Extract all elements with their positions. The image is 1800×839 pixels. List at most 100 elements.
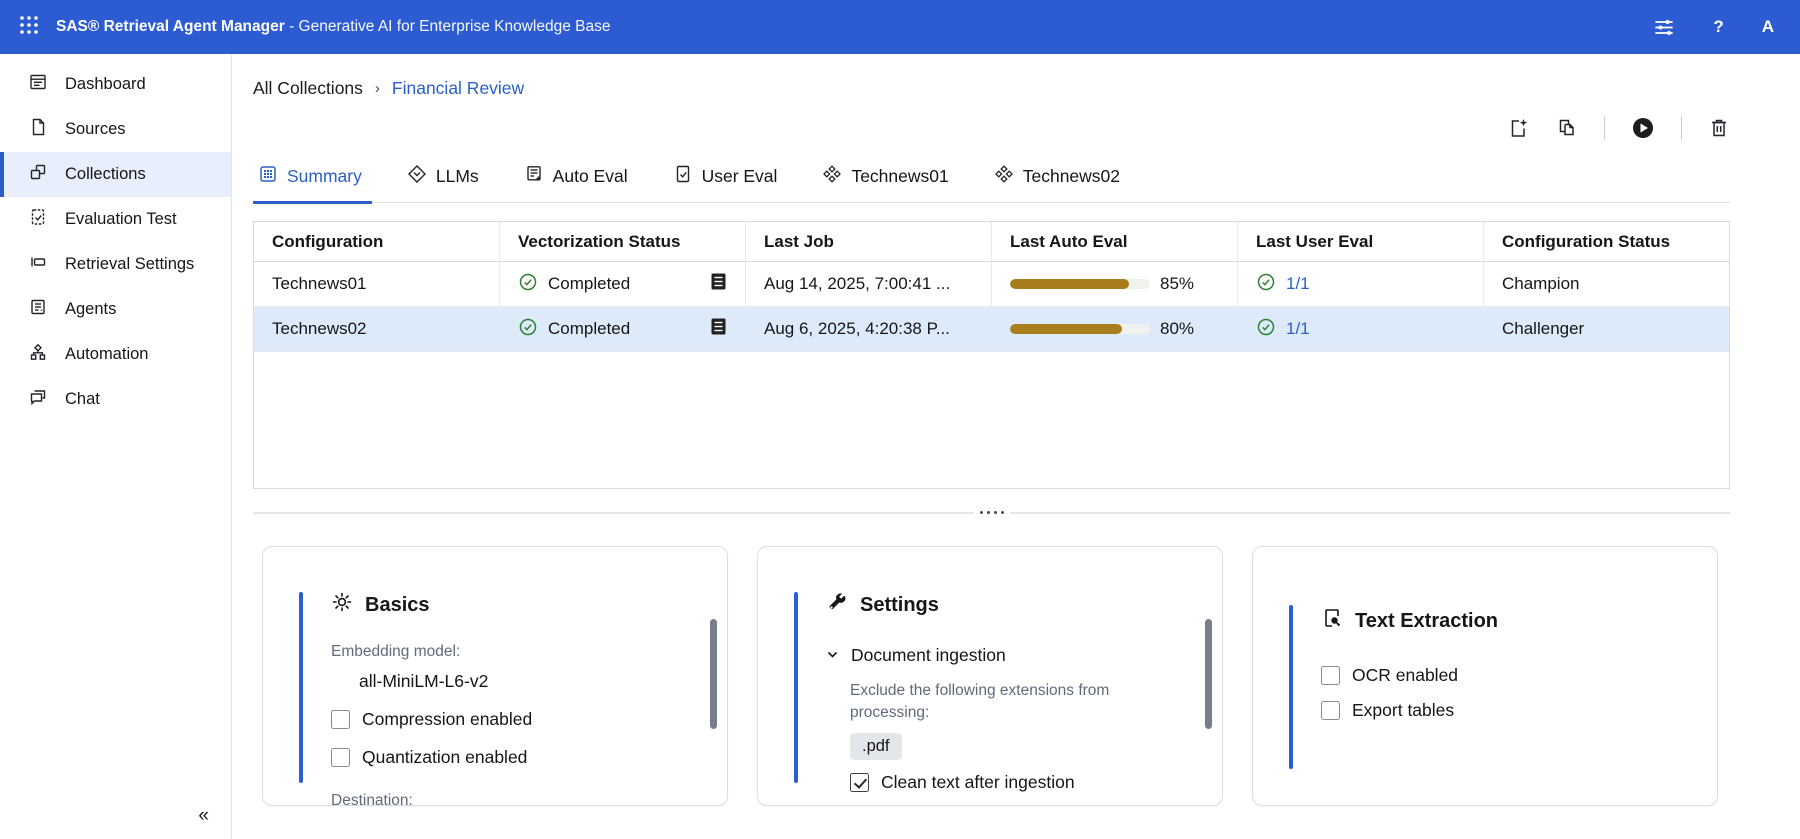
embedding-model-value: all-MiniLM-L6-v2 — [359, 671, 687, 692]
checkbox-label: Quantization enabled — [362, 747, 527, 768]
run-job-icon[interactable] — [1631, 116, 1655, 140]
retrieval-settings-icon — [28, 252, 48, 277]
sidebar-item-chat[interactable]: Chat — [0, 377, 231, 422]
table-row[interactable]: Technews01 Completed — [254, 262, 1729, 307]
last-job-cell: Aug 14, 2025, 7:00:41 ... — [746, 262, 992, 306]
panel-splitter — [253, 508, 1730, 518]
sidebar-item-dashboard[interactable]: Dashboard — [0, 62, 231, 107]
last-job-cell: Aug 6, 2025, 4:20:38 P... — [746, 307, 992, 351]
sidebar-item-collections[interactable]: Collections — [0, 152, 231, 197]
extension-chip: .pdf — [850, 733, 902, 760]
card-scrollbar[interactable] — [710, 619, 717, 729]
card-title: Settings — [860, 594, 939, 617]
text-extraction-icon — [1321, 607, 1343, 635]
sidebar-item-retrieval-settings[interactable]: Retrieval Settings — [0, 242, 231, 287]
breadcrumb: All Collections › Financial Review — [253, 78, 1730, 99]
checkbox-input[interactable] — [1321, 701, 1340, 720]
copy-icon[interactable] — [1556, 117, 1578, 139]
success-check-icon — [518, 317, 538, 342]
sidebar: Dashboard Sources Collec — [0, 54, 232, 839]
column-header-configuration-status: Configuration Status — [1484, 222, 1729, 261]
avatar[interactable]: A — [1762, 17, 1774, 37]
breadcrumb-separator-icon: › — [375, 80, 380, 97]
tab-bar: Summary LLMs — [253, 163, 1730, 203]
checkbox-input[interactable] — [331, 748, 350, 767]
checkbox-input[interactable] — [331, 710, 350, 729]
sidebar-collapse-button[interactable]: « — [198, 805, 209, 827]
tab-label: Technews01 — [851, 166, 948, 187]
table-empty-area — [254, 352, 1729, 488]
top-bar: SAS® Retrieval Agent Manager - Generativ… — [0, 0, 1800, 54]
last-auto-eval-cell: 85% — [992, 262, 1238, 306]
success-check-icon — [1256, 317, 1276, 342]
last-user-eval-cell: 1/1 — [1238, 262, 1484, 306]
section-label: Document ingestion — [851, 645, 1006, 666]
app-title-name: SAS® Retrieval Agent Manager — [56, 18, 285, 35]
sidebar-item-agents[interactable]: Agents — [0, 287, 231, 332]
embedding-model-label: Embedding model: — [331, 641, 687, 663]
ocr-enabled-checkbox[interactable]: OCR enabled — [1321, 665, 1677, 686]
tab-summary[interactable]: Summary — [253, 164, 372, 204]
new-configuration-icon[interactable] — [1508, 117, 1530, 139]
main-content: All Collections › Financial Review — [232, 54, 1800, 839]
export-tables-checkbox[interactable]: Export tables — [1321, 700, 1677, 721]
breadcrumb-all-collections[interactable]: All Collections — [253, 78, 363, 99]
text-extraction-card: Text Extraction OCR enabled Export table… — [1252, 546, 1718, 806]
wrench-icon — [826, 591, 848, 619]
success-check-icon — [1256, 272, 1276, 297]
configuration-status-cell: Champion — [1484, 262, 1729, 306]
checkbox-input[interactable] — [850, 773, 869, 792]
user-eval-link[interactable]: 1/1 — [1286, 274, 1310, 294]
tab-technews01[interactable]: Technews01 — [817, 164, 958, 204]
tab-auto-eval[interactable]: Auto Eval — [519, 164, 638, 204]
detail-cards: Basics Embedding model: all-MiniLM-L6-v2… — [262, 546, 1730, 806]
tab-label: Summary — [287, 166, 362, 187]
auto-eval-percent: 80% — [1160, 319, 1194, 339]
sidebar-item-evaluation-test[interactable]: Evaluation Test — [0, 197, 231, 242]
card-title: Text Extraction — [1355, 610, 1498, 633]
sidebar-item-automation[interactable]: Automation — [0, 332, 231, 377]
app-root: SAS® Retrieval Agent Manager - Generativ… — [0, 0, 1800, 839]
last-auto-eval-cell: 80% — [992, 307, 1238, 351]
collections-icon — [28, 162, 48, 187]
sidebar-item-label: Dashboard — [65, 75, 146, 94]
sidebar-item-label: Retrieval Settings — [65, 255, 194, 274]
sidebar-item-sources[interactable]: Sources — [0, 107, 231, 152]
delete-icon[interactable] — [1708, 117, 1730, 139]
job-log-icon[interactable] — [710, 272, 727, 296]
help-icon[interactable]: ? — [1713, 17, 1723, 37]
auto-eval-progress-bar — [1010, 279, 1150, 289]
app-switcher-icon[interactable] — [18, 14, 40, 41]
splitter-drag-handle[interactable] — [974, 509, 1010, 516]
settings-sliders-icon[interactable] — [1653, 16, 1675, 38]
table-row[interactable]: Technews02 Completed — [254, 307, 1729, 352]
last-user-eval-cell: 1/1 — [1238, 307, 1484, 351]
user-eval-icon — [673, 164, 693, 189]
document-icon — [28, 117, 48, 142]
sidebar-item-label: Collections — [65, 165, 146, 184]
tab-user-eval[interactable]: User Eval — [668, 164, 788, 204]
quantization-enabled-checkbox[interactable]: Quantization enabled — [331, 747, 687, 768]
exclude-extensions-label: Exclude the following extensions from pr… — [850, 680, 1150, 723]
breadcrumb-current-collection[interactable]: Financial Review — [392, 78, 524, 99]
card-accent-bar — [794, 592, 798, 783]
sidebar-item-label: Chat — [65, 390, 100, 409]
clean-text-checkbox[interactable]: Clean text after ingestion — [850, 772, 1182, 793]
summary-icon — [258, 164, 278, 189]
document-ingestion-section-toggle[interactable]: Document ingestion — [826, 645, 1182, 666]
checklist-icon — [28, 207, 48, 232]
checkbox-label: Export tables — [1352, 700, 1454, 721]
card-scrollbar[interactable] — [1205, 619, 1212, 729]
tab-llms[interactable]: LLMs — [402, 164, 489, 204]
user-eval-link[interactable]: 1/1 — [1286, 319, 1310, 339]
job-log-icon[interactable] — [710, 317, 727, 341]
vectorization-status-cell: Completed — [500, 262, 746, 306]
app-title-subtitle: - Generative AI for Enterprise Knowledge… — [289, 18, 610, 35]
vectorization-status-text: Completed — [548, 274, 630, 294]
auto-eval-icon — [524, 164, 544, 189]
tab-technews02[interactable]: Technews02 — [989, 164, 1130, 204]
llms-icon — [407, 164, 427, 189]
column-header-last-auto-eval: Last Auto Eval — [992, 222, 1238, 261]
checkbox-input[interactable] — [1321, 666, 1340, 685]
compression-enabled-checkbox[interactable]: Compression enabled — [331, 709, 687, 730]
